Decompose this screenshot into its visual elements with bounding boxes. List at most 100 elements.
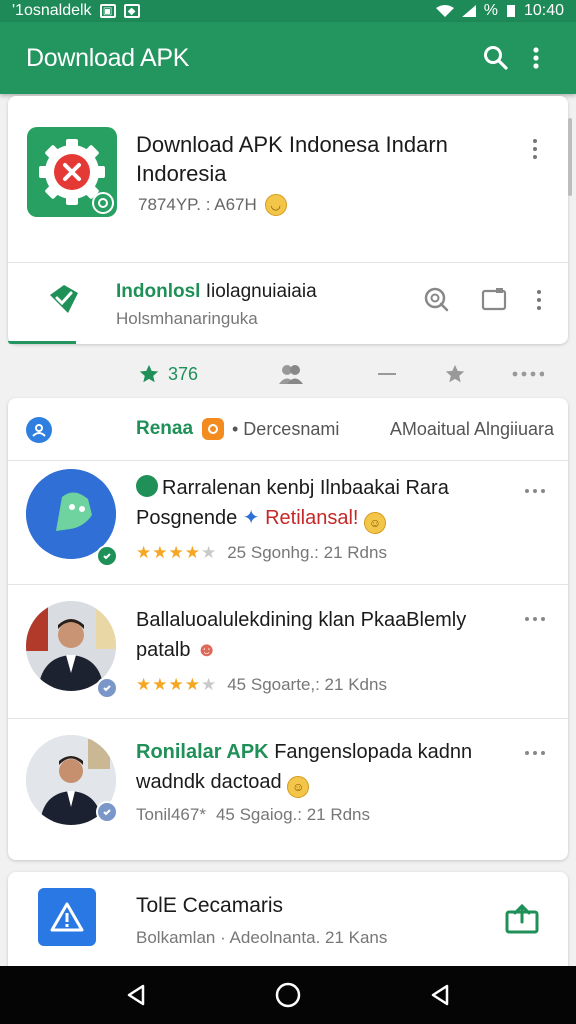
publisher-name-highlight: Indonlosl [116, 281, 201, 302]
list-item-more-button[interactable] [520, 609, 550, 629]
tab-favorites[interactable] [444, 360, 466, 388]
warning-icon [50, 902, 84, 932]
list-item[interactable]: Ronilalar APK Fangenslopada kadnn wadndk… [8, 718, 568, 860]
list-header-right[interactable]: AMoaitual Alngiiuara [390, 419, 554, 440]
star-outline-icon [445, 364, 465, 383]
list-item-title-line2: patalb [136, 639, 191, 661]
recents-button[interactable] [416, 971, 464, 1019]
list-item-more-button[interactable] [520, 743, 550, 763]
emoji-icon: ☺ [364, 512, 387, 534]
featured-app-more-button[interactable] [523, 134, 547, 164]
verified-shield-icon [50, 285, 78, 313]
app-gear-icon [39, 139, 114, 214]
featured-app-card[interactable]: Download APK Indonesa Indarn Indoresia 7… [8, 96, 568, 344]
featured-app-top: Download APK Indonesa Indarn Indoresia 7… [8, 96, 568, 262]
status-left-text: '1osnaldelk [12, 2, 92, 19]
star-icon [139, 364, 159, 383]
minus-icon [378, 373, 396, 375]
app-bar: Download APK [0, 22, 576, 94]
more-vert-icon [533, 47, 539, 69]
tab-people[interactable] [278, 360, 304, 388]
list-item-meta-text: 45 Sgoarte,: 21 Kdns [227, 675, 387, 694]
install-icon [505, 903, 539, 934]
emoji-icon: ☺ [287, 776, 310, 798]
app-icon [27, 127, 117, 217]
list-item[interactable]: Rarralenan kenbj Ilnbaakai Rara Posgnend… [8, 460, 568, 584]
install-button[interactable] [504, 900, 540, 936]
battery-percent: % [483, 2, 498, 19]
list-item-meta: Tonil467* 45 Sgaiog.: 21 Rdns [136, 805, 370, 825]
list-header-sub: • Dercesnami [232, 419, 340, 439]
rating-stars: ★★★★★ [136, 543, 218, 562]
publisher-more-button[interactable] [527, 285, 551, 315]
verified-badge-icon [96, 801, 118, 823]
list-item-title-line2: Posgnende [136, 507, 238, 529]
smiley-emoji-icon: ◡ [264, 194, 287, 216]
tab-rating[interactable]: 376 [138, 360, 198, 388]
featured-app-publisher-row[interactable]: Indonlosl Iiolagnuiaiaia Holsmhanaringuk… [8, 263, 568, 344]
app-bar-title: Download APK [26, 43, 190, 72]
list-item-title-line1: Ballaluoalulekdining klan PkaaBlemly [136, 609, 467, 631]
status-time: 10:40 [523, 2, 564, 19]
list-header-title[interactable]: Renaa [136, 418, 193, 440]
active-indicator [8, 341, 76, 344]
people-icon [279, 365, 303, 384]
status-right: % 10:40 [435, 2, 564, 20]
list-item-meta: ★★★★★ 45 Sgoarte,: 21 Kdns [136, 675, 387, 695]
user-badge-icon [26, 417, 52, 443]
list-item[interactable]: Ballaluoalulekdining klan PkaaBlemly pat… [8, 584, 568, 718]
home-button[interactable] [264, 971, 312, 1019]
list-item-meta-prefix: Tonil467* [136, 805, 206, 824]
list-item-title-line1: Fangenslopada kadnn [274, 741, 473, 763]
list-item-title: Ronilalar APK Fangenslopada kadnn wadndk… [136, 737, 516, 798]
battery-icon [506, 5, 515, 17]
window-button[interactable] [478, 283, 510, 315]
more-horiz-icon [512, 371, 544, 377]
orange-badge-icon [202, 418, 224, 440]
publisher-desc: Holsmhanaringuka [116, 309, 258, 328]
list-item-more-button[interactable] [520, 481, 550, 501]
sparkle-icon: ✦ [242, 507, 260, 529]
list-item-title: Ballaluoalulekdining klan PkaaBlemly pat… [136, 605, 516, 665]
system-nav-bar [0, 966, 576, 1024]
verified-badge-icon [96, 545, 118, 567]
list-item-title-line1: Rarralenan kenbj Ilnbaakai Rara [162, 477, 449, 499]
status-left: '1osnaldelk ▣ ◆ [12, 2, 140, 20]
home-icon [275, 982, 301, 1008]
featured-app-title: Download APK Indonesa Indarn Indoresia [136, 132, 448, 186]
list-header: Renaa • Dercesnami AMoaitual Alngiiuara [8, 398, 568, 460]
verified-badge-icon [96, 677, 118, 699]
wifi-icon [435, 5, 454, 17]
signal-icon [461, 5, 476, 17]
notification-icon: ▣ [99, 4, 116, 18]
scrollbar[interactable] [568, 118, 572, 196]
back-button[interactable] [112, 971, 160, 1019]
list-item-meta: ★★★★★ 25 Sgonhg.: 21 Rdns [136, 543, 387, 563]
warning-app-icon [38, 888, 96, 946]
filter-tabs: 376 [8, 352, 568, 396]
rating-stars: ★★★★★ [136, 675, 218, 694]
tab-rating-label: 376 [168, 363, 199, 384]
publisher-name-rest: Iiolagnuiaiaia [205, 281, 317, 302]
back-icon [127, 984, 145, 1006]
leaf-icon [136, 475, 158, 497]
find-icon [424, 287, 449, 312]
emoji-icon: ☻ [196, 639, 218, 661]
search-button[interactable] [476, 38, 516, 78]
tab-minus[interactable] [378, 360, 396, 388]
featured-app-meta: 7874YP. : A67H ◡ [138, 194, 287, 216]
bottom-app-card[interactable]: TolE Cecamaris Bolkamlan · Adeolnanta. 2… [8, 872, 568, 976]
overflow-menu-button[interactable] [516, 38, 556, 78]
tab-more[interactable] [512, 360, 544, 388]
bottom-app-title: TolE Cecamaris [136, 894, 284, 917]
list-item-meta-text: 25 Sgonhg.: 21 Rdns [227, 543, 387, 562]
publisher-name: Indonlosl Iiolagnuiaiaia [116, 281, 317, 303]
status-bar: '1osnaldelk ▣ ◆ % 10:40 [0, 0, 576, 22]
find-button[interactable] [420, 283, 452, 315]
recents-icon [431, 984, 449, 1006]
list-item-title-red: Retilansal! [265, 507, 359, 529]
list-item-title-highlight: Ronilalar APK [136, 741, 269, 763]
notification-icon-2: ◆ [123, 4, 140, 18]
search-icon [484, 46, 508, 70]
app-list-card: Renaa • Dercesnami AMoaitual Alngiiuara … [8, 398, 568, 860]
